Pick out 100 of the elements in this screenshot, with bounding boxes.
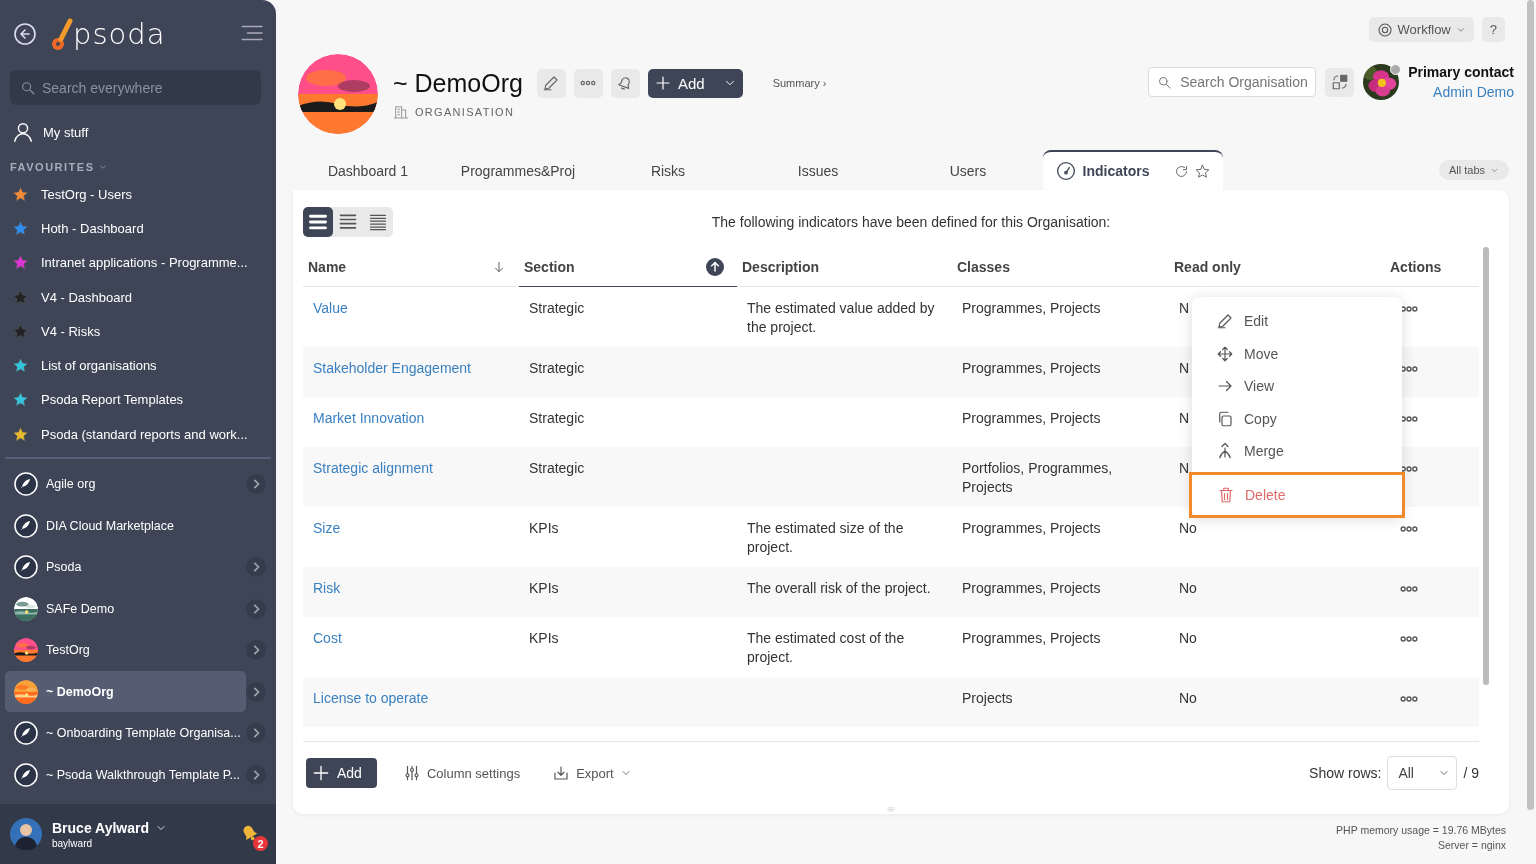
- show-rows-label: Show rows:: [1309, 765, 1382, 781]
- edit-button[interactable]: [536, 68, 566, 98]
- expand-icon[interactable]: [246, 557, 266, 578]
- view-mode-button[interactable]: [303, 207, 333, 237]
- all-tabs-button[interactable]: All tabs: [1438, 160, 1509, 180]
- table-cell: N: [1179, 460, 1190, 476]
- indicator-link[interactable]: Cost: [313, 630, 342, 646]
- export-icon: [552, 764, 571, 782]
- table-cell: The estimated cost of the project.: [747, 630, 905, 665]
- user-name[interactable]: Bruce Aylward: [52, 819, 167, 836]
- table-cell: Programmes, Projects: [962, 300, 1101, 316]
- tab[interactable]: Programmes&Proj: [443, 150, 593, 190]
- table-cell: Programmes, Projects: [962, 410, 1101, 426]
- favourite-item[interactable]: Intranet applications - Programme...: [0, 245, 276, 280]
- favourite-item[interactable]: Psoda Report Templates: [0, 382, 276, 418]
- column-settings-button[interactable]: Column settings: [396, 763, 527, 783]
- expand-icon[interactable]: [246, 598, 266, 619]
- rows-select[interactable]: All: [1387, 756, 1458, 790]
- expand-icon[interactable]: [246, 474, 266, 495]
- my-stuff-link[interactable]: My stuff: [0, 105, 276, 151]
- plus-icon: [311, 763, 331, 783]
- favourite-item[interactable]: List of organisations: [0, 348, 276, 383]
- expand-icon[interactable]: [246, 640, 266, 661]
- scrollbar[interactable]: [1527, 0, 1534, 810]
- organisation-item[interactable]: Agile org: [5, 463, 246, 505]
- row-total: / 9: [1463, 765, 1479, 781]
- add-button[interactable]: Add: [647, 68, 743, 98]
- column-header[interactable]: Classes: [952, 247, 1169, 287]
- trash-icon: [1217, 485, 1235, 504]
- sliders-icon: [402, 764, 421, 782]
- indicator-link[interactable]: Strategic alignment: [313, 460, 433, 476]
- tab[interactable]: Risks: [593, 150, 743, 190]
- favourite-item[interactable]: V4 - Dashboard: [0, 279, 276, 315]
- favourite-item[interactable]: Hoth - Dashboard: [0, 211, 276, 246]
- indicator-link[interactable]: Size: [313, 520, 341, 536]
- indicator-link[interactable]: Risk: [313, 580, 341, 596]
- contact-label: Primary contact: [1408, 64, 1514, 80]
- table-cell: Strategic: [529, 360, 585, 376]
- menu-item[interactable]: Merge: [1192, 435, 1402, 468]
- help-button[interactable]: ?: [1481, 17, 1505, 42]
- table-cell: The estimated value added by the project.: [747, 300, 935, 335]
- tab[interactable]: Dashboard 1: [293, 150, 443, 190]
- switch-button[interactable]: [1325, 67, 1355, 97]
- switch-icon: [1330, 73, 1349, 91]
- table-cell: No: [1179, 580, 1197, 596]
- gauge-icon: [1055, 161, 1076, 181]
- tab[interactable]: Indicators: [1043, 150, 1223, 190]
- expand-icon[interactable]: [246, 681, 266, 702]
- organisation-item[interactable]: Psoda: [5, 546, 246, 588]
- column-header[interactable]: Actions: [1385, 247, 1479, 287]
- organisation-item[interactable]: ~ Onboarding Template Organisa...: [5, 712, 246, 754]
- favourite-item[interactable]: V4 - Risks: [0, 314, 276, 349]
- organisation-item[interactable]: ~ Psoda Walkthrough Template P...: [5, 753, 246, 796]
- column-header[interactable]: Name: [303, 247, 519, 287]
- status-dot: [1390, 64, 1402, 75]
- organisation-item[interactable]: DIA Cloud Marketplace: [5, 504, 246, 547]
- search-field[interactable]: Search everywhere: [10, 70, 261, 105]
- scrollbar[interactable]: [1483, 247, 1489, 685]
- export-button[interactable]: Export: [546, 763, 638, 783]
- back-icon: [13, 22, 37, 46]
- intro-text: The following indicators have been defined for this Organisation:: [710, 214, 1112, 230]
- table-cell: KPIs: [529, 520, 559, 536]
- organisation-item[interactable]: ~ DemoOrg: [5, 670, 246, 713]
- summary-link[interactable]: Summary ›: [772, 77, 827, 89]
- copy-icon: [1216, 409, 1234, 428]
- refresh-icon: [1174, 163, 1190, 179]
- expand-icon[interactable]: [246, 764, 266, 785]
- table-cell: No: [1179, 630, 1197, 646]
- menu-item[interactable]: Copy: [1192, 402, 1402, 435]
- bell-button[interactable]: [610, 68, 640, 98]
- table-cell: Programmes, Projects: [962, 520, 1101, 536]
- menu-item[interactable]: View: [1192, 370, 1402, 403]
- column-header[interactable]: Section: [519, 247, 737, 287]
- favourites-heading[interactable]: FAVOURITES: [0, 151, 276, 177]
- column-header[interactable]: Read only: [1169, 247, 1385, 287]
- tab[interactable]: Users: [893, 150, 1043, 190]
- column-header[interactable]: Description: [737, 247, 952, 287]
- table-cell: The overall risk of the project.: [747, 580, 931, 596]
- menu-item[interactable]: Edit: [1192, 305, 1402, 338]
- organisation-item[interactable]: TestOrg: [5, 629, 246, 671]
- indicator-link[interactable]: Market Innovation: [313, 410, 425, 426]
- indicator-link[interactable]: License to operate: [313, 690, 429, 706]
- table-cell: N: [1179, 360, 1190, 376]
- organisation-item[interactable]: SAFe Demo: [5, 587, 246, 630]
- add-button[interactable]: Add: [306, 758, 377, 788]
- contact-link[interactable]: Admin Demo: [1433, 84, 1514, 100]
- table-cell: N: [1179, 300, 1190, 316]
- workflow-button[interactable]: Workflow: [1368, 17, 1474, 42]
- indicator-link[interactable]: Value: [313, 300, 348, 316]
- tab[interactable]: Issues: [743, 150, 893, 190]
- more-button[interactable]: [573, 68, 603, 98]
- table-cell: Strategic: [529, 460, 585, 476]
- expand-icon[interactable]: [246, 723, 266, 744]
- user-avatar: [10, 818, 42, 850]
- table-cell: No: [1179, 690, 1197, 706]
- search-field[interactable]: Search Organisation: [1148, 67, 1317, 97]
- menu-item[interactable]: Move: [1192, 337, 1402, 370]
- rocket-icon: [14, 762, 38, 787]
- favourite-item[interactable]: Psoda (standard reports and work...: [0, 417, 276, 452]
- favourite-item[interactable]: TestOrg - Users: [0, 177, 276, 212]
